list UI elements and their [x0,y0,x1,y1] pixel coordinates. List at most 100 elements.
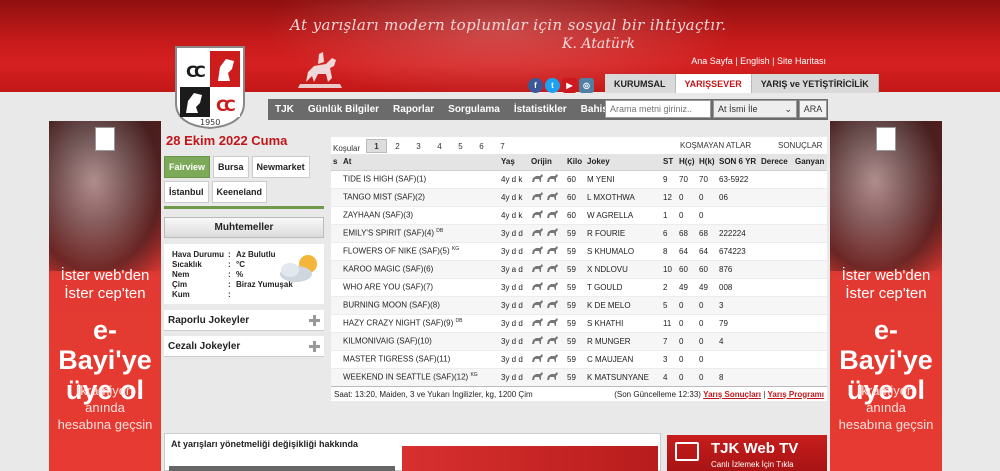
twitter-icon[interactable]: t [545,78,560,93]
sire-horse-icon[interactable] [531,173,544,185]
horse-name[interactable]: KILMONIVAIG (SAF)(10) [343,337,432,346]
jockey-cell[interactable]: R MUNGER [585,332,661,351]
dam-horse-icon[interactable] [546,227,559,239]
table-row[interactable]: KILMONIVAIG (SAF)(10) 3y d d 59 R MUNGER 7 0… [331,332,827,351]
facebook-icon[interactable]: f [528,78,543,93]
horse-name-cell[interactable]: EMILY'S SPIRIT (SAF)(4) DB [341,224,499,243]
origin-cell[interactable] [529,296,565,315]
sonuclar-link[interactable]: SONUÇLAR [778,141,822,150]
col-at[interactable]: At [341,154,499,171]
jockey-cell[interactable]: M YENI [585,170,661,189]
horse-name[interactable]: FLOWERS OF NIKE (SAF)(5) [343,247,450,256]
instagram-icon[interactable]: ◎ [579,78,594,93]
dam-horse-icon[interactable] [546,173,559,185]
horse-name-cell[interactable]: KAROO MAGIC (SAF)(6) [341,260,499,279]
sire-horse-icon[interactable] [531,371,544,383]
horse-name-cell[interactable]: WHO ARE YOU (SAF)(7) [341,278,499,297]
sire-horse-icon[interactable] [531,335,544,347]
tab-yaris-yetistiricilik[interactable]: YARIŞ ve YETİŞTİRİCİLİK [751,74,879,93]
origin-cell[interactable] [529,278,565,297]
youtube-icon[interactable]: ▶ [562,78,577,93]
horse-name-cell[interactable]: WEEKEND IN SEATTLE (SAF)(12) KG [341,368,499,387]
jockey-cell[interactable]: K MATSUNYANE [585,368,661,387]
nav-raporlar[interactable]: Raporlar [386,99,441,120]
dam-horse-icon[interactable] [546,299,559,311]
horse-name[interactable]: EMILY'S SPIRIT (SAF)(4) [343,229,434,238]
dam-horse-icon[interactable] [546,353,559,365]
race-tab-7[interactable]: 7 [492,139,513,153]
search-input[interactable] [605,100,711,118]
sire-horse-icon[interactable] [531,245,544,257]
cezali-jokeyler-accordion[interactable]: Cezalı Jokeyler [164,336,324,357]
horse-name-cell[interactable]: BURNING MOON (SAF)(8) [341,296,499,315]
web-tv-banner[interactable]: TJK Web TV Canlı İzlemek İçin Tıkla [667,435,827,471]
table-row[interactable]: WHO ARE YOU (SAF)(7) 3y d d 59 T GOULD 2 49 4… [331,278,827,297]
jockey-cell[interactable]: W AGRELLA [585,206,661,225]
origin-cell[interactable] [529,314,565,333]
nav-istatistikler[interactable]: İstatistikler [507,99,574,120]
horse-name[interactable]: KAROO MAGIC (SAF)(6) [343,265,433,274]
dam-horse-icon[interactable] [546,245,559,257]
jockey-cell[interactable]: S KHUMALO [585,242,661,261]
horse-name[interactable]: ZAYHAAN (SAF)(3) [343,211,413,220]
table-row[interactable]: KAROO MAGIC (SAF)(6) 3y a d 59 X NDLOVU 10 6… [331,260,827,279]
table-row[interactable]: TIDE IS HIGH (SAF)(1) 4y d k 60 M YENI 9 70 7… [331,170,827,189]
news-box[interactable]: At yarışları yönetmeliği değişikliği hak… [164,433,661,471]
search-button[interactable]: ARA [799,100,827,118]
tab-yarissever[interactable]: YARIŞSEVER [675,74,752,93]
origin-cell[interactable] [529,260,565,279]
sire-horse-icon[interactable] [531,353,544,365]
dam-horse-icon[interactable] [546,281,559,293]
table-row[interactable]: ZAYHAAN (SAF)(3) 4y d k 60 W AGRELLA 1 0 0 [331,206,827,225]
race-tab-3[interactable]: 3 [408,139,429,153]
horse-name[interactable]: BURNING MOON (SAF)(8) [343,301,440,310]
table-row[interactable]: WEEKEND IN SEATTLE (SAF)(12) KG 3y d d 59 K… [331,368,827,387]
race-tab-2[interactable]: 2 [387,139,408,153]
dam-horse-icon[interactable] [546,263,559,275]
jockey-cell[interactable]: T GOULD [585,278,661,297]
origin-cell[interactable] [529,242,565,261]
table-row[interactable]: TANGO MIST (SAF)(2) 4y d k 60 L MXOTHWA 12 0… [331,188,827,207]
ebayi-banner-right[interactable]: İster web'den İster cep'ten e-Bayi'ye üy… [830,121,942,471]
search-type-select[interactable]: At İsmi İle ⌄ [713,100,797,118]
horse-name-cell[interactable]: ZAYHAAN (SAF)(3) [341,206,499,225]
sire-horse-icon[interactable] [531,299,544,311]
race-tab-1[interactable]: 1 [366,139,387,153]
nav-sorgulama[interactable]: Sorgulama [441,99,507,120]
raporlu-jokeyler-accordion[interactable]: Raporlu Jokeyler [164,310,324,331]
dam-horse-icon[interactable] [546,209,559,221]
news-title[interactable]: At yarışları yönetmeliği değişikliği hak… [171,439,358,449]
jockey-cell[interactable]: X NDLOVU [585,260,661,279]
horse-name-cell[interactable]: FLOWERS OF NIKE (SAF)(5) KG [341,242,499,261]
horse-name[interactable]: HAZY CRAZY NIGHT (SAF)(9) [343,319,453,328]
race-tab-6[interactable]: 6 [471,139,492,153]
race-tab-4[interactable]: 4 [429,139,450,153]
jockey-cell[interactable]: K DE MELO [585,296,661,315]
sire-horse-icon[interactable] [531,209,544,221]
horse-name[interactable]: TIDE IS HIGH (SAF)(1) [343,175,426,184]
origin-cell[interactable] [529,170,565,189]
hippodrome-bursa[interactable]: Bursa [213,156,249,178]
hippodrome-keeneland[interactable]: Keeneland [211,181,268,203]
hippodrome-fairview[interactable]: Fairview [164,156,211,178]
horse-name-cell[interactable]: MASTER TIGRESS (SAF)(11) [341,350,499,369]
origin-cell[interactable] [529,368,565,387]
origin-cell[interactable] [529,206,565,225]
origin-cell[interactable] [529,188,565,207]
top-links[interactable]: Ana Sayfa | English | Site Haritası [691,56,826,66]
horse-name-cell[interactable]: KILMONIVAIG (SAF)(10) [341,332,499,351]
ebayi-banner-left[interactable]: İster web'den İster cep'ten e-Bayi'ye üy… [49,121,161,471]
race-tab-5[interactable]: 5 [450,139,471,153]
sire-horse-icon[interactable] [531,317,544,329]
jockey-cell[interactable]: R FOURIE [585,224,661,243]
origin-cell[interactable] [529,350,565,369]
jockey-cell[interactable]: S KHATHI [585,314,661,333]
table-row[interactable]: BURNING MOON (SAF)(8) 3y d d 59 K DE MELO 5… [331,296,827,315]
dam-horse-icon[interactable] [546,335,559,347]
sire-horse-icon[interactable] [531,227,544,239]
sire-horse-icon[interactable] [531,263,544,275]
table-row[interactable]: MASTER TIGRESS (SAF)(11) 3y d d 59 C MAUJE… [331,350,827,369]
yaris-sonuclari-link[interactable]: Yarış Sonuçları [703,390,761,399]
horse-name[interactable]: WEEKEND IN SEATTLE (SAF)(12) [343,373,468,382]
dam-horse-icon[interactable] [546,191,559,203]
